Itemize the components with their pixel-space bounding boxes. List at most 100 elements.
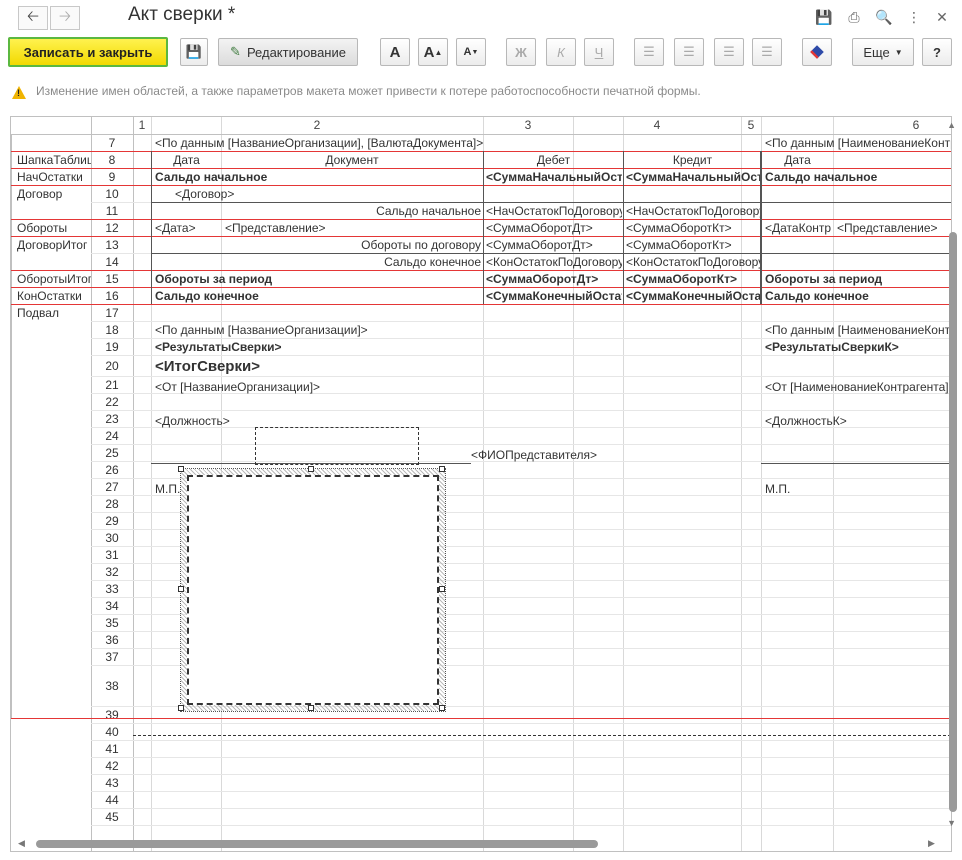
horizontal-scrollbar[interactable] [36, 840, 598, 848]
row-number[interactable]: 19 [92, 339, 132, 356]
cell[interactable]: Сальдо начальное [155, 169, 481, 185]
row-number[interactable]: 45 [92, 809, 132, 826]
row-number[interactable]: 28 [92, 496, 132, 513]
row-number[interactable]: 27 [92, 479, 132, 496]
column-header[interactable]: 6 [761, 117, 951, 134]
cell[interactable]: <СуммаКонечныйОстатокДт> [486, 288, 622, 304]
row-number[interactable]: 21 [92, 377, 132, 394]
scroll-up-icon[interactable]: ▲ [947, 120, 956, 130]
cell[interactable]: <КонОстатокПоДоговоруДт> [486, 254, 622, 270]
cell[interactable]: <СуммаОборотДт> [486, 220, 622, 236]
scroll-right-icon[interactable]: ▶ [928, 838, 935, 849]
cell[interactable]: Сальдо конечное [155, 288, 481, 304]
scroll-down-icon[interactable]: ▼ [947, 818, 956, 828]
cell[interactable]: <СуммаОборотДт> [486, 237, 622, 253]
help-button[interactable]: ? [922, 38, 952, 66]
row-number[interactable]: 40 [92, 724, 132, 741]
cell[interactable]: Сальдо конечное [155, 254, 481, 270]
area-name[interactable]: ДоговорИтог [17, 238, 91, 252]
cell[interactable]: <По данным [НаименованиеКонтрагента]> [765, 322, 951, 338]
row-number[interactable]: 7 [92, 135, 132, 152]
area-name[interactable]: Подвал [17, 306, 91, 320]
signature-frame[interactable] [255, 427, 419, 465]
stamp-picture-frame[interactable] [180, 468, 446, 712]
resize-handle[interactable] [178, 466, 184, 472]
cell[interactable]: <По данным [НазваниеОрганизации]> [155, 322, 735, 338]
edit-mode-button[interactable]: ✎ Редактирование [218, 38, 358, 66]
area-name[interactable]: КонОстатки [17, 289, 91, 303]
row-number[interactable]: 16 [92, 288, 132, 305]
resize-handle[interactable] [308, 705, 314, 711]
cell[interactable]: <ДолжностьК> [765, 413, 951, 429]
cell[interactable]: <СуммаОборотДт> [486, 271, 622, 287]
row-number[interactable]: 25 [92, 445, 132, 462]
row-number[interactable]: 11 [92, 203, 132, 220]
cell[interactable]: <Дата> [155, 220, 219, 236]
cell[interactable]: Дата [762, 152, 833, 168]
row-number[interactable]: 10 [92, 186, 132, 203]
preview-icon[interactable]: 🔍 [874, 8, 894, 26]
row-number[interactable]: 26 [92, 462, 132, 479]
row-number[interactable]: 35 [92, 615, 132, 632]
row-number[interactable]: 32 [92, 564, 132, 581]
row-number[interactable]: 43 [92, 775, 132, 792]
area-name[interactable]: ШапкаТаблицы [17, 153, 91, 167]
row-number[interactable]: 31 [92, 547, 132, 564]
increase-font-button[interactable]: A ▲ [418, 38, 448, 66]
area-name[interactable]: НачОстатки [17, 170, 91, 184]
row-number[interactable]: 18 [92, 322, 132, 339]
cell[interactable]: Обороты за период [765, 271, 951, 287]
area-name[interactable]: Обороты [17, 221, 91, 235]
more-button[interactable]: Еще ▼ [852, 38, 914, 66]
cell[interactable]: Обороты за период [155, 271, 481, 287]
cell[interactable]: <От [НазваниеОрганизации]> [155, 379, 735, 395]
save-button[interactable]: 💾 [180, 38, 208, 66]
underline-button[interactable]: Ч [584, 38, 614, 66]
italic-button[interactable]: К [546, 38, 576, 66]
cell[interactable]: <Представление> [837, 220, 951, 236]
spreadsheet[interactable]: 1 2 3 4 5 6 7 8 9 10 11 12 13 14 15 16 17 18 19 20 21 2… [10, 116, 952, 852]
close-icon[interactable]: ✕ [932, 8, 952, 26]
align-center-button[interactable]: ☰ [674, 38, 704, 66]
scroll-left-icon[interactable]: ◀ [18, 838, 25, 849]
cell[interactable]: <Представление> [225, 220, 481, 236]
fill-color-button[interactable] [802, 38, 832, 66]
cell[interactable]: <От [НаименованиеКонтрагента]> [765, 379, 951, 395]
more-menu-icon[interactable]: ⋮ [904, 8, 924, 26]
column-header[interactable]: 4 [573, 117, 741, 134]
forward-button[interactable]: 🡢 [50, 6, 80, 30]
bold-button[interactable]: Ж [506, 38, 536, 66]
cell[interactable]: <РезультатыСверки> [155, 339, 735, 355]
print-icon[interactable]: ⎙ [844, 8, 864, 26]
align-left-button[interactable]: ☰ [634, 38, 664, 66]
cell[interactable]: <СуммаОборотКт> [626, 220, 760, 236]
cell[interactable]: <По данным [НазваниеОрганизации], [Валют… [155, 135, 760, 151]
area-name[interactable]: Договор [17, 187, 91, 201]
cell[interactable]: <НачОстатокПоДоговоруДт> [486, 203, 622, 219]
bold-font-button[interactable]: A [380, 38, 410, 66]
row-number[interactable]: 29 [92, 513, 132, 530]
cell[interactable]: Сальдо конечное [765, 288, 951, 304]
row-number[interactable]: 38 [92, 666, 132, 707]
row-number[interactable]: 34 [92, 598, 132, 615]
cell[interactable]: Документ [221, 152, 483, 168]
row-number[interactable]: 36 [92, 632, 132, 649]
resize-handle[interactable] [308, 466, 314, 472]
cell[interactable]: Обороты по договору [155, 237, 481, 253]
row-number[interactable]: 15 [92, 271, 132, 288]
cell[interactable]: <СуммаОборотКт> [626, 237, 760, 253]
row-number[interactable]: 23 [92, 411, 132, 428]
column-header[interactable]: 1 [133, 117, 151, 134]
cell[interactable]: <КонОстатокПоДоговоруКт> [626, 254, 760, 270]
align-justify-button[interactable]: ☰ [752, 38, 782, 66]
row-number[interactable]: 8 [92, 152, 132, 169]
cell[interactable]: <НачОстатокПоДоговоруКт> [626, 203, 760, 219]
area-name[interactable]: ОборотыИтог [17, 272, 91, 286]
cell[interactable]: Сальдо начальное [155, 203, 481, 219]
cell[interactable]: <ИтогСверки> [155, 358, 735, 376]
row-number[interactable]: 22 [92, 394, 132, 411]
back-button[interactable]: 🡠 [18, 6, 48, 30]
row-number[interactable]: 14 [92, 254, 132, 271]
cell[interactable]: <Договор> [175, 186, 475, 202]
column-header[interactable]: 2 [151, 117, 483, 134]
